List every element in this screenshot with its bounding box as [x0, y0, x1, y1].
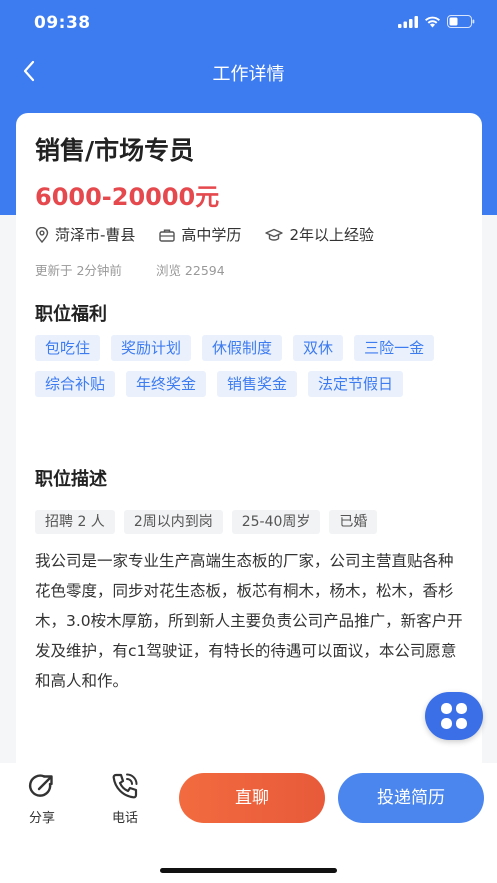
- job-detail-card: 销售/市场专员 6000-20000元 菏泽市-曹县 高中学历 2年以上经验 更…: [16, 113, 482, 773]
- share-icon: [28, 774, 53, 797]
- status-bar: 09:38: [0, 0, 497, 46]
- requirement-tags: 招聘 2 人 2周以内到岗 25-40周岁 已婚: [35, 510, 378, 534]
- benefits-title: 职位福利: [35, 304, 107, 325]
- benefit-tag: 法定节假日: [308, 371, 404, 397]
- share-label: 分享: [28, 811, 55, 826]
- benefit-tag: 包吃住: [35, 335, 101, 361]
- benefit-tag: 休假制度: [202, 335, 283, 361]
- requirement-tag: 已婚: [329, 510, 378, 534]
- benefit-tag: 销售奖金: [217, 371, 298, 397]
- job-location-text: 菏泽市-曹县: [55, 226, 136, 244]
- bottom-action-bar: 分享 电话 直聊 投递简历: [0, 763, 497, 883]
- graduation-cap-icon: [265, 228, 284, 241]
- job-experience: 2年以上经验: [265, 224, 374, 245]
- battery-icon: [447, 15, 475, 28]
- phone-label: 电话: [111, 811, 138, 826]
- job-salary: 6000-20000元: [35, 183, 220, 211]
- chat-button[interactable]: 直聊: [179, 773, 325, 823]
- grid-icon: [441, 703, 467, 729]
- job-views: 浏览 22594: [155, 263, 225, 278]
- benefit-tag: 奖励计划: [111, 335, 192, 361]
- share-button[interactable]: 分享: [17, 771, 67, 826]
- nav-bar: 工作详情: [0, 46, 497, 98]
- status-icons: [398, 15, 475, 28]
- wifi-icon: [425, 16, 440, 27]
- benefit-tag: 双休: [293, 335, 344, 361]
- description-title: 职位描述: [35, 469, 107, 490]
- requirement-tag: 25-40周岁: [231, 510, 321, 534]
- phone-button[interactable]: 电话: [100, 771, 150, 826]
- floating-menu-button[interactable]: [425, 692, 483, 740]
- job-meta-row: 菏泽市-曹县 高中学历 2年以上经验: [35, 224, 398, 245]
- benefit-tag: 综合补贴: [35, 371, 116, 397]
- job-updated: 更新于 2分钟前: [35, 263, 122, 278]
- location-pin-icon: [35, 226, 49, 243]
- job-title: 销售/市场专员: [35, 136, 195, 165]
- briefcase-icon: [159, 229, 176, 242]
- phone-icon: [112, 773, 138, 799]
- benefit-tag: 三险一金: [354, 335, 435, 361]
- page-title: 工作详情: [212, 64, 285, 85]
- apply-resume-button[interactable]: 投递简历: [338, 773, 484, 823]
- job-experience-text: 2年以上经验: [289, 226, 374, 244]
- status-time: 09:38: [34, 13, 91, 33]
- job-stats-row: 更新于 2分钟前 浏览 22594: [35, 260, 225, 279]
- benefit-tag: 年终奖金: [126, 371, 207, 397]
- benefits-tags: 包吃住 奖励计划 休假制度 双休 三险一金 综合补贴 年终奖金 销售奖金 法定节…: [35, 335, 465, 397]
- requirement-tag: 2周以内到岗: [123, 510, 223, 534]
- requirement-tag: 招聘 2 人: [35, 510, 115, 534]
- job-education-text: 高中学历: [181, 226, 242, 244]
- job-location: 菏泽市-曹县: [35, 224, 135, 245]
- home-indicator: [160, 868, 337, 873]
- job-description-text: 我公司是一家专业生产高端生态板的厂家，公司主营直贴各种花色零度，同步对花生态板，…: [35, 552, 463, 690]
- signal-icon: [398, 15, 418, 28]
- job-education: 高中学历: [159, 224, 241, 245]
